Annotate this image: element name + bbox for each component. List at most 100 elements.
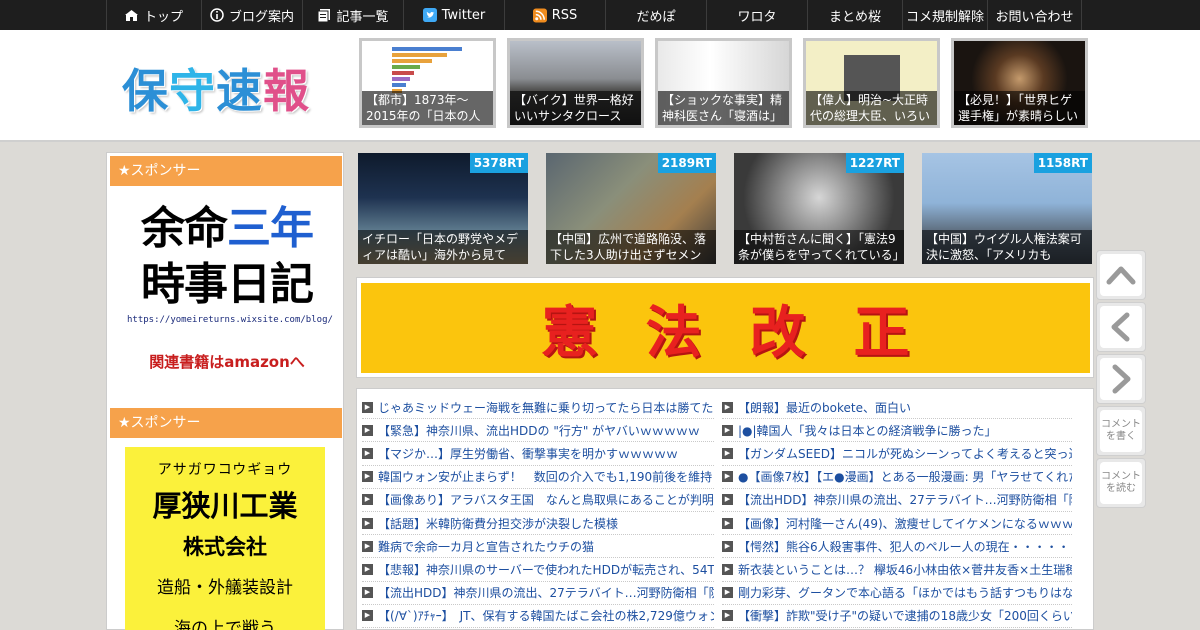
list-item[interactable]: ▶ 【流出HDD】神奈川県の流出、27テラバイト…河野防衛相「防 bbox=[722, 489, 1072, 512]
arrow-icon: ▶ bbox=[362, 610, 373, 622]
header-article-thumb[interactable]: 【バイク】世界一格好いいサンタクロース bbox=[507, 38, 644, 128]
sponsor-heading: ★スポンサー bbox=[110, 408, 342, 438]
news-link[interactable]: 【流出HDD】神奈川県の流出、27テラバイト…河野防衛相「防 bbox=[738, 491, 1072, 508]
sponsor-ad-asagawa[interactable]: アサガワコウギョウ 厚狭川工業 株式会社 造船・外艤装設計 海の上で戦う bbox=[125, 447, 325, 630]
header-article-thumb[interactable]: 【都市】1873年〜2015年の「日本の人口」 bbox=[359, 38, 496, 128]
list-icon bbox=[317, 8, 331, 22]
list-item[interactable]: ▶ 【マジか…】厚生労働省、衝撃事実を明かすｗｗｗｗｗ bbox=[362, 442, 714, 466]
banner-container: 憲法改正 bbox=[356, 277, 1094, 378]
news-link[interactable]: 【話題】米韓防衛費分担交渉が決裂した模様 bbox=[378, 515, 618, 532]
site-logo[interactable]: 保守速報 bbox=[122, 55, 310, 121]
top-navigation-bar: トップ ブログ案内 記事一覧 Twitter RSS だめぽ ワロタ まとめ桜 … bbox=[0, 0, 1200, 30]
list-item[interactable]: ▶ 剛力彩芽、グータンで本心語る「ほかではもう話すつもりはな bbox=[722, 582, 1072, 605]
list-item[interactable]: ▶ 新衣装ということは…？ 欅坂46小林由依×菅井友香×土生瑞穂 bbox=[722, 558, 1072, 582]
nav-top[interactable]: トップ bbox=[106, 0, 201, 30]
nav-rss[interactable]: RSS bbox=[504, 0, 605, 30]
news-link[interactable]: |●|韓国人「我々は日本との経済戦争に勝った」 bbox=[738, 422, 996, 439]
news-link[interactable]: じゃあミッドウェー海戦を無難に乗り切ってたら日本は勝てた bbox=[378, 399, 713, 416]
arrow-icon: ▶ bbox=[722, 563, 733, 575]
list-item[interactable]: ▶ 【話題】米韓防衛費分担交渉が決裂した模様 bbox=[362, 512, 714, 536]
news-link[interactable]: 【画像】河村隆一さん(49)、激痩せしてイケメンになるｗｗｗｗ bbox=[738, 515, 1072, 532]
nav-label: トップ bbox=[143, 9, 183, 25]
popular-article-thumb[interactable]: 1227RT 【中村哲さんに聞く】「憲法9条が僕らを守ってくれている」 bbox=[734, 153, 904, 264]
logo-char: 守 bbox=[169, 64, 216, 118]
ad-url: https://yomeireturns.wixsite.com/blog/ bbox=[127, 315, 333, 325]
ad-title-line2: 時事日記 bbox=[141, 259, 314, 310]
news-link[interactable]: ●【画像7枚】【エ●漫画】とある一般漫画: 男「ヤラせてくれた bbox=[738, 468, 1072, 485]
popular-article-thumb[interactable]: 5378RT イチロー「日本の野党やメディアは酷い」海外から見て bbox=[358, 153, 528, 264]
list-item[interactable]: ▶ |●|韓国人「我々は日本との経済戦争に勝った」 bbox=[722, 419, 1072, 443]
retweet-count-badge: 1158RT bbox=[1033, 153, 1092, 173]
list-item[interactable]: ▶ 【愕然】熊谷6人殺害事件、犯人のペルー人の現在・・・・・ bbox=[722, 535, 1072, 559]
constitution-banner[interactable]: 憲法改正 bbox=[361, 283, 1090, 373]
arrow-icon: ▶ bbox=[362, 517, 373, 529]
scroll-top-button[interactable] bbox=[1096, 250, 1146, 300]
arrow-icon: ▶ bbox=[722, 610, 733, 622]
nav-twitter[interactable]: Twitter bbox=[403, 0, 504, 30]
list-item[interactable]: ▶ ●【画像7枚】【エ●漫画】とある一般漫画: 男「ヤラせてくれた bbox=[722, 466, 1072, 489]
nav-blog-guide[interactable]: ブログ案内 bbox=[201, 0, 302, 30]
news-column-right: ▶ 【朗報】最近のbokete、面白い ▶ |●|韓国人「我々は日本との経済戦争に勝… bbox=[722, 396, 1072, 628]
banner-text: 憲法改正 bbox=[541, 299, 958, 366]
header-article-thumb[interactable]: 【必見！】「世界ヒゲ選手権」が素晴らしい bbox=[951, 38, 1088, 128]
ad-company-name: 厚狭川工業 bbox=[152, 489, 298, 523]
nav-article-list[interactable]: 記事一覧 bbox=[302, 0, 403, 30]
thumb-caption: 【必見！】「世界ヒゲ選手権」が素晴らしい bbox=[954, 91, 1085, 125]
news-link[interactable]: 【悲報】神奈川県のサーバーで使われたHDDが転売され、54T bbox=[378, 561, 714, 578]
ad-title-line1: 余命三年 bbox=[127, 201, 327, 257]
list-item[interactable]: ▶ 【緊急】神奈川県、流出HDDの "行方" がヤバいｗｗｗｗｗ bbox=[362, 419, 714, 443]
list-item[interactable]: ▶ 【衝撃】詐欺"受け子"の疑いで逮捕の18歳少女「200回くらいや bbox=[722, 605, 1072, 628]
header-article-thumb[interactable]: 【ショックな事実】精神科医さん「寝酒は」 bbox=[655, 38, 792, 128]
news-link[interactable]: 【ガンダムSEED】ニコルが死ぬシーンってよく考えると突っ込 bbox=[738, 445, 1072, 462]
list-item[interactable]: ▶ 【悲報】神奈川県のサーバーで使われたHDDが転売され、54T bbox=[362, 558, 714, 582]
header-article-thumb[interactable]: 【偉人】明治~大正時代の総理大臣、いろいろ bbox=[803, 38, 940, 128]
list-item[interactable]: ▶ 【画像】河村隆一さん(49)、激痩せしてイケメンになるｗｗｗｗ bbox=[722, 512, 1072, 536]
arrow-icon: ▶ bbox=[722, 517, 733, 529]
list-item[interactable]: ▶ 難病で余命一カ月と宣告されたウチの猫 bbox=[362, 535, 714, 559]
nav-contact[interactable]: お問い合わせ bbox=[987, 0, 1082, 30]
news-link[interactable]: 剛力彩芽、グータンで本心語る「ほかではもう話すつもりはな bbox=[738, 584, 1072, 601]
list-item[interactable]: ▶ 【(/∀`)ｱﾁｬｰ】 JT、保有する韓国たばこ会社の株2,729億ウォン bbox=[362, 605, 714, 628]
read-comment-button[interactable]: コメントを読む bbox=[1096, 458, 1146, 508]
nav-label: コメ規制解除 bbox=[905, 9, 984, 25]
nav-comment-unban[interactable]: コメ規制解除 bbox=[902, 0, 987, 30]
news-link[interactable]: 【流出HDD】神奈川県の流出、27テラバイト…河野防衛相「防 bbox=[378, 584, 714, 601]
thumb-caption: 【中国】ウイグル人権法案可決に激怒、「アメリカも bbox=[922, 230, 1092, 264]
ad-kana: アサガワコウギョウ bbox=[157, 462, 293, 478]
list-item[interactable]: ▶ 【流出HDD】神奈川県の流出、27テラバイト…河野防衛相「防 bbox=[362, 582, 714, 605]
chevron-right-icon bbox=[1100, 358, 1142, 400]
home-icon bbox=[125, 8, 139, 22]
thumb-caption: イチロー「日本の野党やメディアは酷い」海外から見て bbox=[358, 230, 528, 264]
popular-article-thumb[interactable]: 2189RT 【中国】広州で道路陥没、落下した3人助け出さずセメント bbox=[546, 153, 716, 264]
news-link[interactable]: 【画像あり】アラバスタ王国 なんと鳥取県にあることが判明 bbox=[378, 491, 714, 508]
arrow-icon: ▶ bbox=[722, 540, 733, 552]
write-comment-button[interactable]: コメントを書く bbox=[1096, 406, 1146, 456]
nav-warota[interactable]: ワロタ bbox=[706, 0, 807, 30]
news-link[interactable]: 難病で余命一カ月と宣告されたウチの猫 bbox=[378, 538, 594, 555]
list-item[interactable]: ▶ 【ガンダムSEED】ニコルが死ぬシーンってよく考えると突っ込 bbox=[722, 442, 1072, 466]
list-item[interactable]: ▶ じゃあミッドウェー海戦を無難に乗り切ってたら日本は勝てた bbox=[362, 396, 714, 420]
news-link[interactable]: 韓国ウォン安が止まらず！ 数回の介入でも1,190前後を維持！ bbox=[378, 468, 714, 485]
news-link[interactable]: 新衣装ということは…？ 欅坂46小林由依×菅井友香×土生瑞穂 bbox=[738, 561, 1072, 578]
news-link[interactable]: 【朗報】最近のbokete、面白い bbox=[738, 399, 911, 416]
news-link[interactable]: 【緊急】神奈川県、流出HDDの "行方" がヤバいｗｗｗｗｗ bbox=[378, 422, 700, 439]
ad-amazon-link[interactable]: 関連書籍はamazonへ bbox=[127, 351, 327, 372]
sponsor-ad-yomei[interactable]: 余命三年 時事日記 https://yomeireturns.wixsite.c… bbox=[127, 201, 333, 372]
news-link[interactable]: 【愕然】熊谷6人殺害事件、犯人のペルー人の現在・・・・・ bbox=[738, 538, 1070, 555]
popular-article-thumb[interactable]: 1158RT 【中国】ウイグル人権法案可決に激怒、「アメリカも bbox=[922, 153, 1092, 264]
list-item[interactable]: ▶ 韓国ウォン安が止まらず！ 数回の介入でも1,190前後を維持！ bbox=[362, 466, 714, 489]
arrow-icon: ▶ bbox=[722, 447, 733, 459]
news-link[interactable]: 【マジか…】厚生労働省、衝撃事実を明かすｗｗｗｗｗ bbox=[378, 445, 678, 462]
logo-char: 速 bbox=[216, 64, 263, 118]
prev-article-button[interactable] bbox=[1096, 302, 1146, 352]
list-item[interactable]: ▶ 【画像あり】アラバスタ王国 なんと鳥取県にあることが判明 bbox=[362, 489, 714, 512]
logo-char: 保 bbox=[122, 64, 169, 118]
nav-damepo[interactable]: だめぽ bbox=[605, 0, 706, 30]
next-article-button[interactable] bbox=[1096, 354, 1146, 404]
news-link[interactable]: 【(/∀`)ｱﾁｬｰ】 JT、保有する韓国たばこ会社の株2,729億ウォン bbox=[378, 607, 714, 624]
news-link[interactable]: 【衝撃】詐欺"受け子"の疑いで逮捕の18歳少女「200回くらいや bbox=[738, 607, 1072, 624]
ad-description: 造船・外艤装設計 bbox=[157, 578, 293, 598]
retweet-count-badge: 1227RT bbox=[845, 153, 904, 173]
list-item[interactable]: ▶ 【朗報】最近のbokete、面白い bbox=[722, 396, 1072, 420]
nav-matome-sakura[interactable]: まとめ桜 bbox=[807, 0, 902, 30]
